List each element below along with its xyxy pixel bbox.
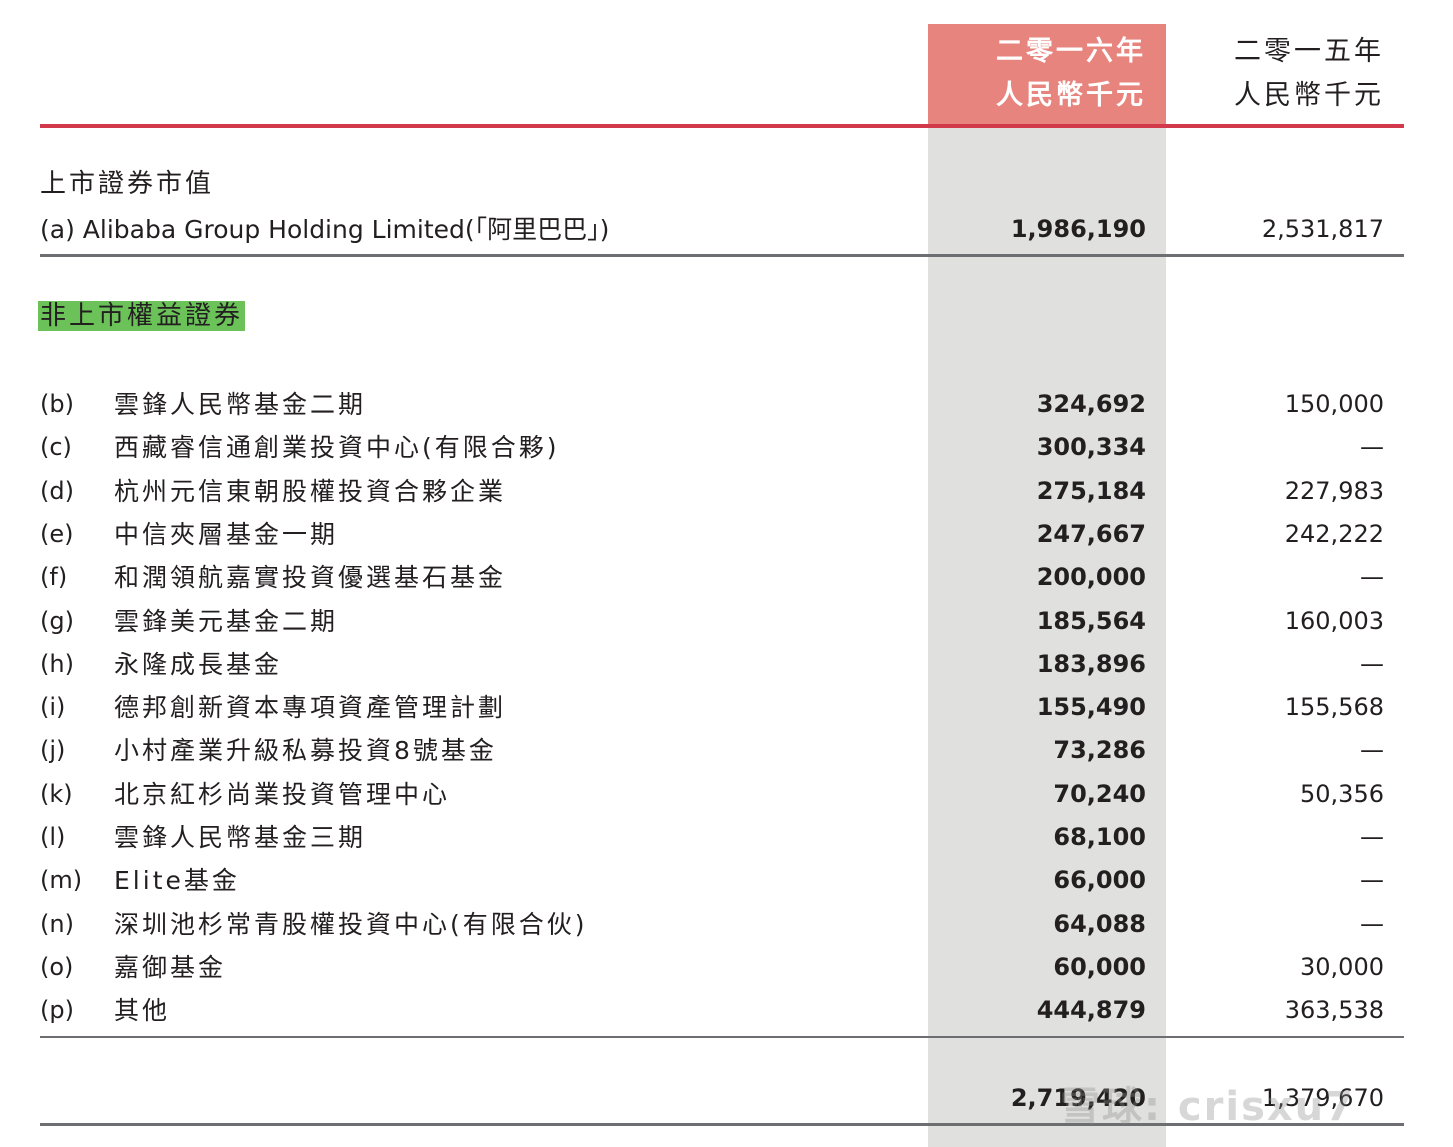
row-name: Elite基金 [114,866,240,895]
row-value-2016: 68,100 [1053,823,1146,851]
row-name: 小村產業升級私募投資8號基金 [114,736,497,765]
table-row: (p) 其他 444,879 363,538 [0,989,1453,1032]
row-value-2015: — [1360,736,1384,764]
row-name: 德邦創新資本專項資產管理計劃 [114,693,507,722]
table-row: (b) 雲鋒人民幣基金二期 324,692 150,000 [0,383,1453,426]
row-value-2016: 64,088 [1053,910,1146,938]
row-name: 其他 [114,996,171,1025]
row-value-2015: — [1360,910,1384,938]
row-value-2016: 1,986,190 [1010,215,1146,243]
row-name: 雲鋒人民幣基金二期 [114,390,367,419]
row-name: 西藏睿信通創業投資中心(有限合夥) [114,433,560,462]
row-code: (l) [40,823,66,851]
listed-section-title: 上市證券市值 [40,169,215,199]
row-name: 北京紅杉尚業投資管理中心 [114,780,451,809]
row-name: (a) Alibaba Group Holding Limited(「阿里巴巴」… [40,215,610,244]
row-value-2016: 66,000 [1053,866,1146,894]
row-value-2016: 247,667 [1036,520,1146,548]
row-name: 和潤領航嘉實投資優選基石基金 [114,563,507,592]
row-value-2015: — [1360,563,1384,591]
row-value-2015: 30,000 [1300,953,1384,981]
row-name: 雲鋒美元基金二期 [114,607,339,636]
column-header-2016: 二零一六年 人民幣千元 [928,30,1146,118]
row-code: (h) [40,650,74,678]
row-value-2016: 70,240 [1053,780,1146,808]
subtotal-divider [40,1036,1404,1038]
column-header-2015-unit: 人民幣千元 [1234,80,1384,111]
row-value-2015: 363,538 [1284,996,1384,1024]
row-value-2015: — [1360,823,1384,851]
row-value-2016: 324,692 [1036,390,1146,418]
row-value-2015: 150,000 [1284,390,1384,418]
table-row: (l) 雲鋒人民幣基金三期 68,100 — [0,816,1453,859]
row-value-2016: 300,334 [1036,433,1146,461]
row-code: (k) [40,780,73,808]
column-header-2016-unit: 人民幣千元 [996,80,1146,111]
row-code: (i) [40,693,66,721]
table-row: (h) 永隆成長基金 183,896 — [0,643,1453,686]
row-value-2015: — [1360,433,1384,461]
table-row-alibaba: (a) Alibaba Group Holding Limited(「阿里巴巴」… [0,208,1453,251]
row-code: (e) [40,520,74,548]
row-code: (o) [40,953,74,981]
row-value-2015: 160,003 [1284,607,1384,635]
table-row: (j) 小村產業升級私募投資8號基金 73,286 — [0,729,1453,772]
row-value-2016: 185,564 [1036,607,1146,635]
table-row: (g) 雲鋒美元基金二期 185,564 160,003 [0,600,1453,643]
row-value-2015: 155,568 [1284,693,1384,721]
header-divider [40,124,1404,128]
row-value-2015: 50,356 [1300,780,1384,808]
row-code: (b) [40,390,74,418]
row-code: (f) [40,563,68,591]
table-row: (o) 嘉御基金 60,000 30,000 [0,946,1453,989]
row-name: 永隆成長基金 [114,650,283,679]
row-value-2016: 275,184 [1036,477,1146,505]
row-code: (d) [40,477,74,505]
table-row: (c) 西藏睿信通創業投資中心(有限合夥) 300,334 — [0,426,1453,469]
financial-statement-page: 二零一六年 人民幣千元 二零一五年 人民幣千元 上市證券市值 (a) Aliba… [0,0,1453,1147]
row-name: 杭州元信東朝股權投資合夥企業 [114,477,507,506]
row-value-2015: 2,531,817 [1261,215,1384,243]
row-value-2016: 73,286 [1053,736,1146,764]
unlisted-section-title: 非上市權益證券 [38,298,246,334]
listed-section-divider [40,254,1404,257]
row-value-2016: 200,000 [1036,563,1146,591]
column-header-2015-year: 二零一五年 [1234,36,1384,67]
column-header-2015: 二零一五年 人民幣千元 [1166,30,1384,118]
row-value-2015: — [1360,866,1384,894]
table-row: (n) 深圳池杉常青股權投資中心(有限合伙) 64,088 — [0,903,1453,946]
table-row: (k) 北京紅杉尚業投資管理中心 70,240 50,356 [0,773,1453,816]
row-value-2015: — [1360,650,1384,678]
row-code: (n) [40,910,74,938]
row-value-2016: 183,896 [1036,650,1146,678]
unlisted-section-title-highlight: 非上市權益證券 [38,301,246,331]
row-code: (m) [40,866,83,894]
row-code: (c) [40,433,72,461]
table-row: (d) 杭州元信東朝股權投資合夥企業 275,184 227,983 [0,470,1453,513]
row-code: (g) [40,607,74,635]
table-row: (i) 德邦創新資本專項資產管理計劃 155,490 155,568 [0,686,1453,729]
row-value-2016: 444,879 [1036,996,1146,1024]
row-value-2015: 227,983 [1284,477,1384,505]
row-code: (j) [40,736,66,764]
table-row: (e) 中信夾層基金一期 247,667 242,222 [0,513,1453,556]
row-name: 中信夾層基金一期 [114,520,339,549]
row-name: 雲鋒人民幣基金三期 [114,823,367,852]
column-header-2016-year: 二零一六年 [996,36,1146,67]
row-value-2015: 242,222 [1284,520,1384,548]
row-name: 深圳池杉常青股權投資中心(有限合伙) [114,910,588,939]
table-row: (m) Elite基金 66,000 — [0,859,1453,902]
row-name: 嘉御基金 [114,953,227,982]
row-code: (p) [40,996,74,1024]
table-row: (f) 和潤領航嘉實投資優選基石基金 200,000 — [0,556,1453,599]
row-value-2016: 60,000 [1053,953,1146,981]
row-value-2016: 155,490 [1036,693,1146,721]
watermark: 雪球: crisxu7 [1060,1084,1355,1130]
